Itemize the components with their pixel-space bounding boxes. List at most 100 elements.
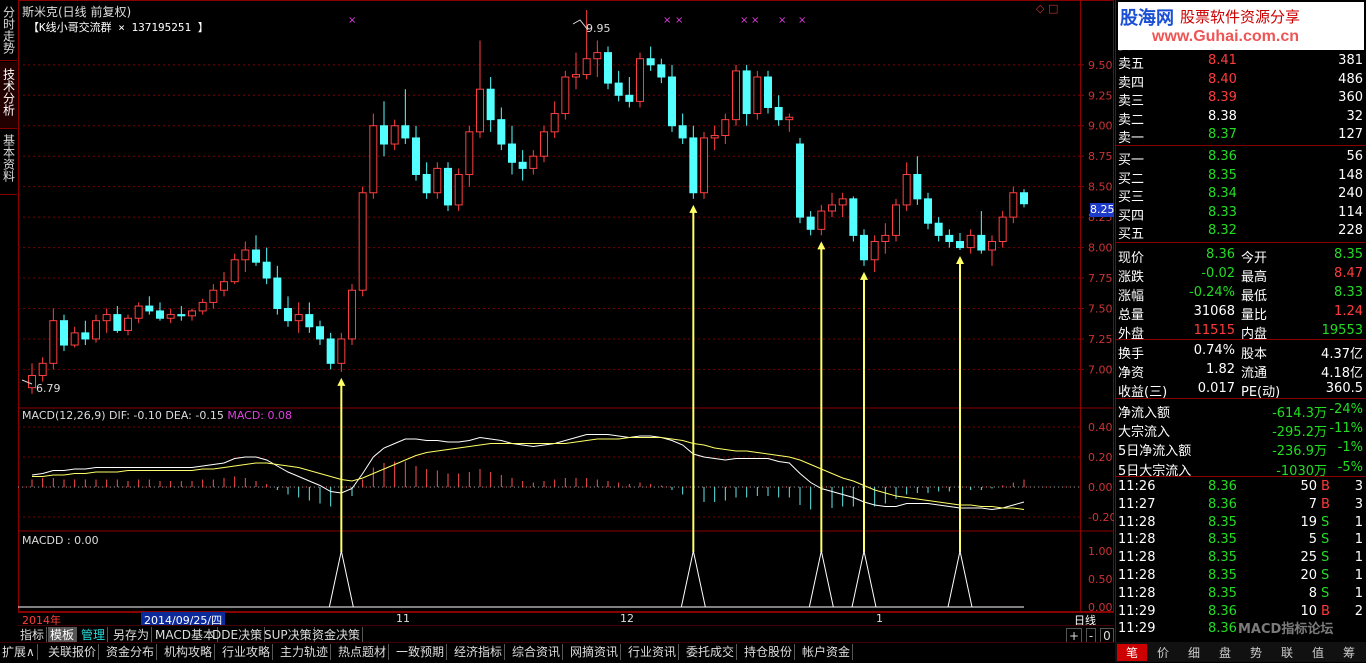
flow-label: 大宗流入 xyxy=(1118,425,1171,441)
candle-body xyxy=(70,332,79,346)
candle-body xyxy=(209,289,218,303)
candlestick-series xyxy=(28,10,1028,394)
quote-value-2: 19553 xyxy=(1321,323,1363,338)
candle-body xyxy=(668,76,676,127)
macd-legend-name: MACD(12,26,9) xyxy=(22,409,106,422)
quote-value-2: 8.33 xyxy=(1334,285,1363,300)
ask-label: 卖四 xyxy=(1118,75,1145,91)
btn-macd-basic[interactable]: MACD基本 xyxy=(153,627,218,643)
candle-body xyxy=(561,76,570,115)
candle-body xyxy=(678,125,687,139)
function-tab[interactable]: 帐户资金 xyxy=(800,644,854,660)
btn-manage[interactable]: 管理 xyxy=(79,627,109,643)
function-tab[interactable]: 关联报价 xyxy=(46,644,100,660)
panel-tab[interactable]: 势 xyxy=(1241,644,1271,661)
price-tick: 9.50 xyxy=(1088,59,1113,72)
panel-tab[interactable]: 盘 xyxy=(1210,644,1240,661)
guhai-logo: 股海网 股票软件资源分享 www.Guhai.com.cn xyxy=(1118,2,1364,50)
candle-body xyxy=(220,281,228,291)
btn-sup[interactable]: SUP决策 xyxy=(262,627,315,643)
quote-row: 总量 31068 量比 1.24 xyxy=(1116,303,1366,323)
btn-indicator[interactable]: 指标 xyxy=(18,627,48,643)
quote-label: 涨跌 xyxy=(1118,270,1145,285)
panel-tab[interactable]: 细 xyxy=(1179,644,1209,661)
tick-side: B xyxy=(1321,603,1330,619)
panel-tab[interactable]: 值 xyxy=(1303,644,1333,661)
tick-count: 1 xyxy=(1354,568,1363,583)
bid-price: 8.34 xyxy=(1208,186,1237,202)
price-tick: 8.75 xyxy=(1088,150,1113,163)
candle-body xyxy=(870,240,879,261)
ask-price: 8.37 xyxy=(1208,127,1237,142)
function-tab[interactable]: 热点题材 xyxy=(336,644,390,660)
stat-value: 0.74% xyxy=(1193,343,1235,358)
function-tab[interactable]: 综合资讯 xyxy=(510,644,564,660)
tab-technical[interactable]: 技术分析 xyxy=(0,62,17,129)
macd-tick: -0.20 xyxy=(1088,511,1114,524)
high-price-label: 9.95 xyxy=(586,22,611,35)
tick-volume: 25 xyxy=(1300,550,1317,566)
tab-intraday[interactable]: 分时走势 xyxy=(0,0,17,61)
candle-body xyxy=(465,131,474,175)
window-corner-icons[interactable]: ◇ □ xyxy=(1036,2,1058,15)
quote-label-2: 最高 xyxy=(1241,270,1268,285)
function-tab[interactable]: 一致预期 xyxy=(394,644,448,660)
bottom-function-bar: 扩展∧ 关联报价 资金分布 机构攻略 行业攻略 主力轨迹 热点题材 一致预期 经济指标 综合资讯网… xyxy=(0,642,1114,663)
candle-body xyxy=(753,76,762,115)
tick-row: 11:27 8.36 7 B 3 xyxy=(1116,496,1366,514)
function-tab[interactable]: 经济指标 xyxy=(452,644,506,660)
function-tab[interactable]: 资金分布 xyxy=(104,644,158,660)
panel-tab[interactable]: 筹 xyxy=(1334,644,1364,661)
ask-price: 8.38 xyxy=(1208,108,1237,124)
panel-tab[interactable]: 价 xyxy=(1148,644,1178,661)
tab-technical-label: 技术分析 xyxy=(1,68,16,116)
candle-body xyxy=(657,64,666,78)
function-tab[interactable]: 主力轨迹 xyxy=(278,644,332,660)
btn-dde[interactable]: DDE决策 xyxy=(210,627,266,643)
diamond-icon[interactable]: ◇ xyxy=(1036,2,1044,15)
tick-side: B xyxy=(1321,479,1330,494)
candle-body xyxy=(966,234,975,249)
stat-value: 1.82 xyxy=(1206,362,1235,377)
btn-save-as[interactable]: 另存为 xyxy=(111,627,153,643)
tick-volume: 7 xyxy=(1308,496,1317,512)
candle-body xyxy=(945,234,954,242)
signal-arrowhead xyxy=(689,204,698,213)
function-tab[interactable]: 扩展∧ xyxy=(0,644,38,660)
candle-body xyxy=(134,305,143,319)
candle-body xyxy=(273,277,282,309)
quote-value: 31068 xyxy=(1193,304,1235,319)
btn-template[interactable]: 模板 xyxy=(48,627,78,643)
low-price-label: 6.79 xyxy=(36,382,61,395)
panel-tab[interactable]: 联 xyxy=(1272,644,1302,661)
panel-tab[interactable]: 笔 xyxy=(1117,644,1147,661)
function-tab[interactable]: 行业资讯 xyxy=(626,644,680,660)
ask-volume: 32 xyxy=(1346,108,1363,124)
flow-percent: -24% xyxy=(1329,402,1363,417)
candle-body xyxy=(348,289,356,340)
function-tab[interactable]: 机构攻略 xyxy=(162,644,216,660)
btn-fund-decision[interactable]: 资金决策 xyxy=(310,627,364,643)
function-tab[interactable]: 委托成交 xyxy=(684,644,738,660)
kline-chart[interactable]: 9.50 9.25 9.00 8.75 8.50 8.25 8.00 7.75 7.50 7.25… xyxy=(18,0,1114,612)
function-tab[interactable]: 网摘资讯 xyxy=(568,644,622,660)
flow-percent: -1% xyxy=(1337,440,1363,456)
tick-price: 8.36 xyxy=(1208,621,1237,637)
macdd-spike xyxy=(680,550,706,608)
ask-row: 卖一 8.37 127 xyxy=(1116,126,1366,146)
candle-body xyxy=(92,320,100,340)
square-icon[interactable]: □ xyxy=(1048,2,1058,15)
candle-body xyxy=(881,234,890,242)
tab-fundamentals[interactable]: 基本资料 xyxy=(0,128,17,195)
function-tab[interactable]: 行业攻略 xyxy=(220,644,274,660)
tab-fundamentals-label: 基本资料 xyxy=(1,134,16,182)
candle-body xyxy=(444,167,452,206)
tick-time: 11:29 xyxy=(1118,603,1156,619)
function-tab[interactable]: 持仓股份 xyxy=(742,644,796,660)
stat-value-2: 4.37亿 xyxy=(1321,347,1363,362)
candle-body xyxy=(156,310,164,319)
candle-body xyxy=(316,326,324,340)
tick-price: 8.36 xyxy=(1208,479,1237,494)
stat-label-2: 股本 xyxy=(1241,347,1268,362)
candle-body xyxy=(252,249,260,263)
